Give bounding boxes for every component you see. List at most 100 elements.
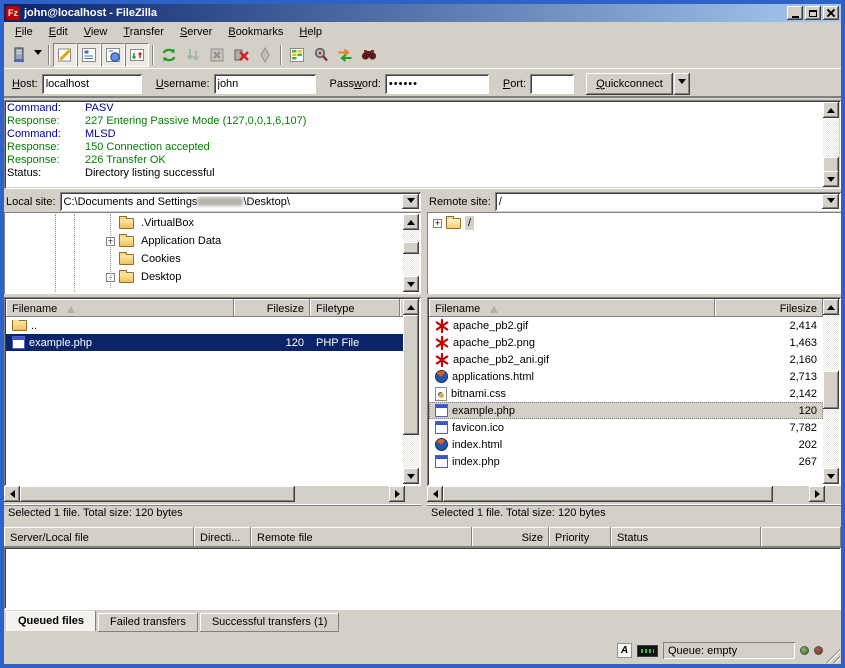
remote-file-row[interactable]: apache_pb2.gif 2,414 (429, 317, 823, 334)
column-header-remote-file[interactable]: Remote file (251, 527, 472, 547)
column-header-server-local-file[interactable]: Server/Local file (4, 527, 194, 547)
menu-file[interactable]: File (8, 24, 40, 40)
queue-list[interactable] (4, 547, 841, 609)
toggle-message-log-button[interactable] (53, 43, 77, 67)
tree-item-cookies[interactable]: Cookies (6, 250, 401, 268)
resize-grip[interactable] (826, 649, 840, 663)
column-header-size[interactable]: Size (472, 527, 549, 547)
toggle-local-tree-button[interactable] (77, 43, 101, 67)
column-header-direction[interactable]: Directi... (194, 527, 251, 547)
chevron-down-icon (678, 79, 686, 88)
refresh-button[interactable] (157, 43, 181, 67)
column-header-filename[interactable]: Filename (6, 299, 234, 317)
scroll-up-button[interactable] (823, 299, 839, 315)
synchronized-browsing-button[interactable] (333, 43, 357, 67)
scroll-thumb[interactable] (403, 315, 419, 435)
menu-help[interactable]: Help (292, 24, 329, 40)
arrow-down-icon (407, 474, 415, 483)
remote-file-row[interactable]: applications.html 2,713 (429, 368, 823, 385)
scroll-down-button[interactable] (823, 468, 839, 484)
local-path-combobox[interactable]: C:\Documents and Settings\Desktop\ (60, 192, 421, 211)
remote-file-row[interactable]: apache_pb2.png 1,463 (429, 334, 823, 351)
local-path-dropdown-button[interactable] (402, 194, 419, 209)
site-manager-dropdown-button[interactable] (31, 43, 45, 67)
data-type-indicator-icon[interactable]: A (617, 643, 632, 658)
menu-transfer[interactable]: Transfer (116, 24, 171, 40)
menu-view[interactable]: View (77, 24, 115, 40)
tab-successful-transfers[interactable]: Successful transfers (1) (200, 613, 340, 632)
php-file-icon (435, 455, 448, 468)
remote-horizontal-scrollbar[interactable] (427, 486, 825, 502)
remote-file-row[interactable]: index.html 202 (429, 436, 823, 453)
tree-item-root[interactable]: +/ (429, 214, 821, 232)
menu-bookmarks[interactable]: Bookmarks (221, 24, 290, 40)
directory-comparison-button[interactable] (285, 43, 309, 67)
scroll-down-button[interactable] (823, 171, 839, 187)
file-type: PHP File (310, 337, 400, 349)
tab-failed-transfers[interactable]: Failed transfers (98, 613, 198, 632)
tree-item-desktop[interactable]: -Desktop (6, 268, 401, 286)
expand-icon[interactable]: + (433, 219, 442, 228)
tree-item-application-data[interactable]: +Application Data (6, 232, 401, 250)
scroll-down-button[interactable] (403, 468, 419, 484)
username-input[interactable] (214, 74, 316, 94)
scroll-left-button[interactable] (427, 486, 443, 502)
column-header-status[interactable]: Status (611, 527, 761, 547)
toggle-transfer-queue-button[interactable] (125, 43, 149, 67)
local-file-row-selected[interactable]: example.php 120 PHP File 1 (6, 334, 403, 351)
tree-item-virtualbox[interactable]: .VirtualBox (6, 214, 401, 232)
close-button[interactable] (823, 6, 839, 20)
local-list-scrollbar[interactable] (403, 299, 419, 484)
toggle-remote-tree-button[interactable] (101, 43, 125, 67)
remote-path-dropdown-button[interactable] (822, 194, 839, 209)
quickconnect-dropdown-button[interactable] (674, 73, 690, 95)
site-manager-button[interactable] (7, 43, 31, 67)
remote-file-row[interactable]: favicon.ico 7,782 (429, 419, 823, 436)
toolbar-separator (152, 45, 154, 65)
local-horizontal-scrollbar[interactable] (4, 486, 405, 502)
column-header-priority[interactable]: Priority (549, 527, 611, 547)
scroll-thumb[interactable] (823, 371, 839, 409)
remote-file-row[interactable]: bitnami.css 2,142 (429, 385, 823, 402)
port-input[interactable] (530, 74, 574, 94)
scroll-thumb[interactable] (403, 242, 419, 254)
remote-file-row-selected[interactable]: example.php 120 (429, 402, 823, 419)
reconnect-button[interactable] (253, 43, 277, 67)
column-header-filesize[interactable]: Filesize (715, 299, 823, 317)
minimize-button[interactable] (787, 6, 803, 20)
encryption-indicator-icon[interactable] (637, 645, 658, 657)
disconnect-button[interactable] (229, 43, 253, 67)
remote-file-row[interactable]: apache_pb2_ani.gif 2,160 (429, 351, 823, 368)
find-files-button[interactable] (309, 43, 333, 67)
menu-edit[interactable]: Edit (42, 24, 75, 40)
column-header-filler (761, 527, 841, 547)
message-log: Command:PASV Response:227 Entering Passi… (4, 100, 841, 189)
scroll-up-button[interactable] (823, 102, 839, 118)
column-header-filesize[interactable]: Filesize (234, 299, 310, 317)
local-file-row-parent[interactable]: .. (6, 317, 403, 334)
scroll-left-button[interactable] (4, 486, 20, 502)
scroll-down-button[interactable] (403, 276, 419, 292)
local-tree-scrollbar[interactable] (403, 214, 419, 292)
remote-list-scrollbar[interactable] (823, 299, 839, 484)
menu-server[interactable]: Server (173, 24, 219, 40)
host-input[interactable] (42, 74, 142, 94)
scroll-thumb[interactable] (443, 486, 773, 502)
scroll-right-button[interactable] (809, 486, 825, 502)
column-header-filetype[interactable]: Filetype (310, 299, 400, 317)
scroll-thumb[interactable] (20, 486, 295, 502)
scroll-right-button[interactable] (389, 486, 405, 502)
password-input[interactable] (385, 74, 489, 94)
scroll-up-button[interactable] (403, 214, 419, 230)
tab-queued-files[interactable]: Queued files (6, 611, 96, 631)
log-scrollbar[interactable] (823, 102, 839, 187)
cancel-operation-button[interactable] (205, 43, 229, 67)
scroll-up-button[interactable] (403, 299, 419, 315)
quickconnect-button[interactable]: Quickconnect (586, 73, 673, 95)
remote-file-row[interactable]: index.php 267 (429, 453, 823, 470)
column-header-filename[interactable]: Filename (429, 299, 715, 317)
filename-filters-button[interactable] (357, 43, 381, 67)
remote-path-combobox[interactable]: / (495, 192, 841, 211)
process-queue-button[interactable] (181, 43, 205, 67)
maximize-button[interactable] (805, 6, 821, 20)
